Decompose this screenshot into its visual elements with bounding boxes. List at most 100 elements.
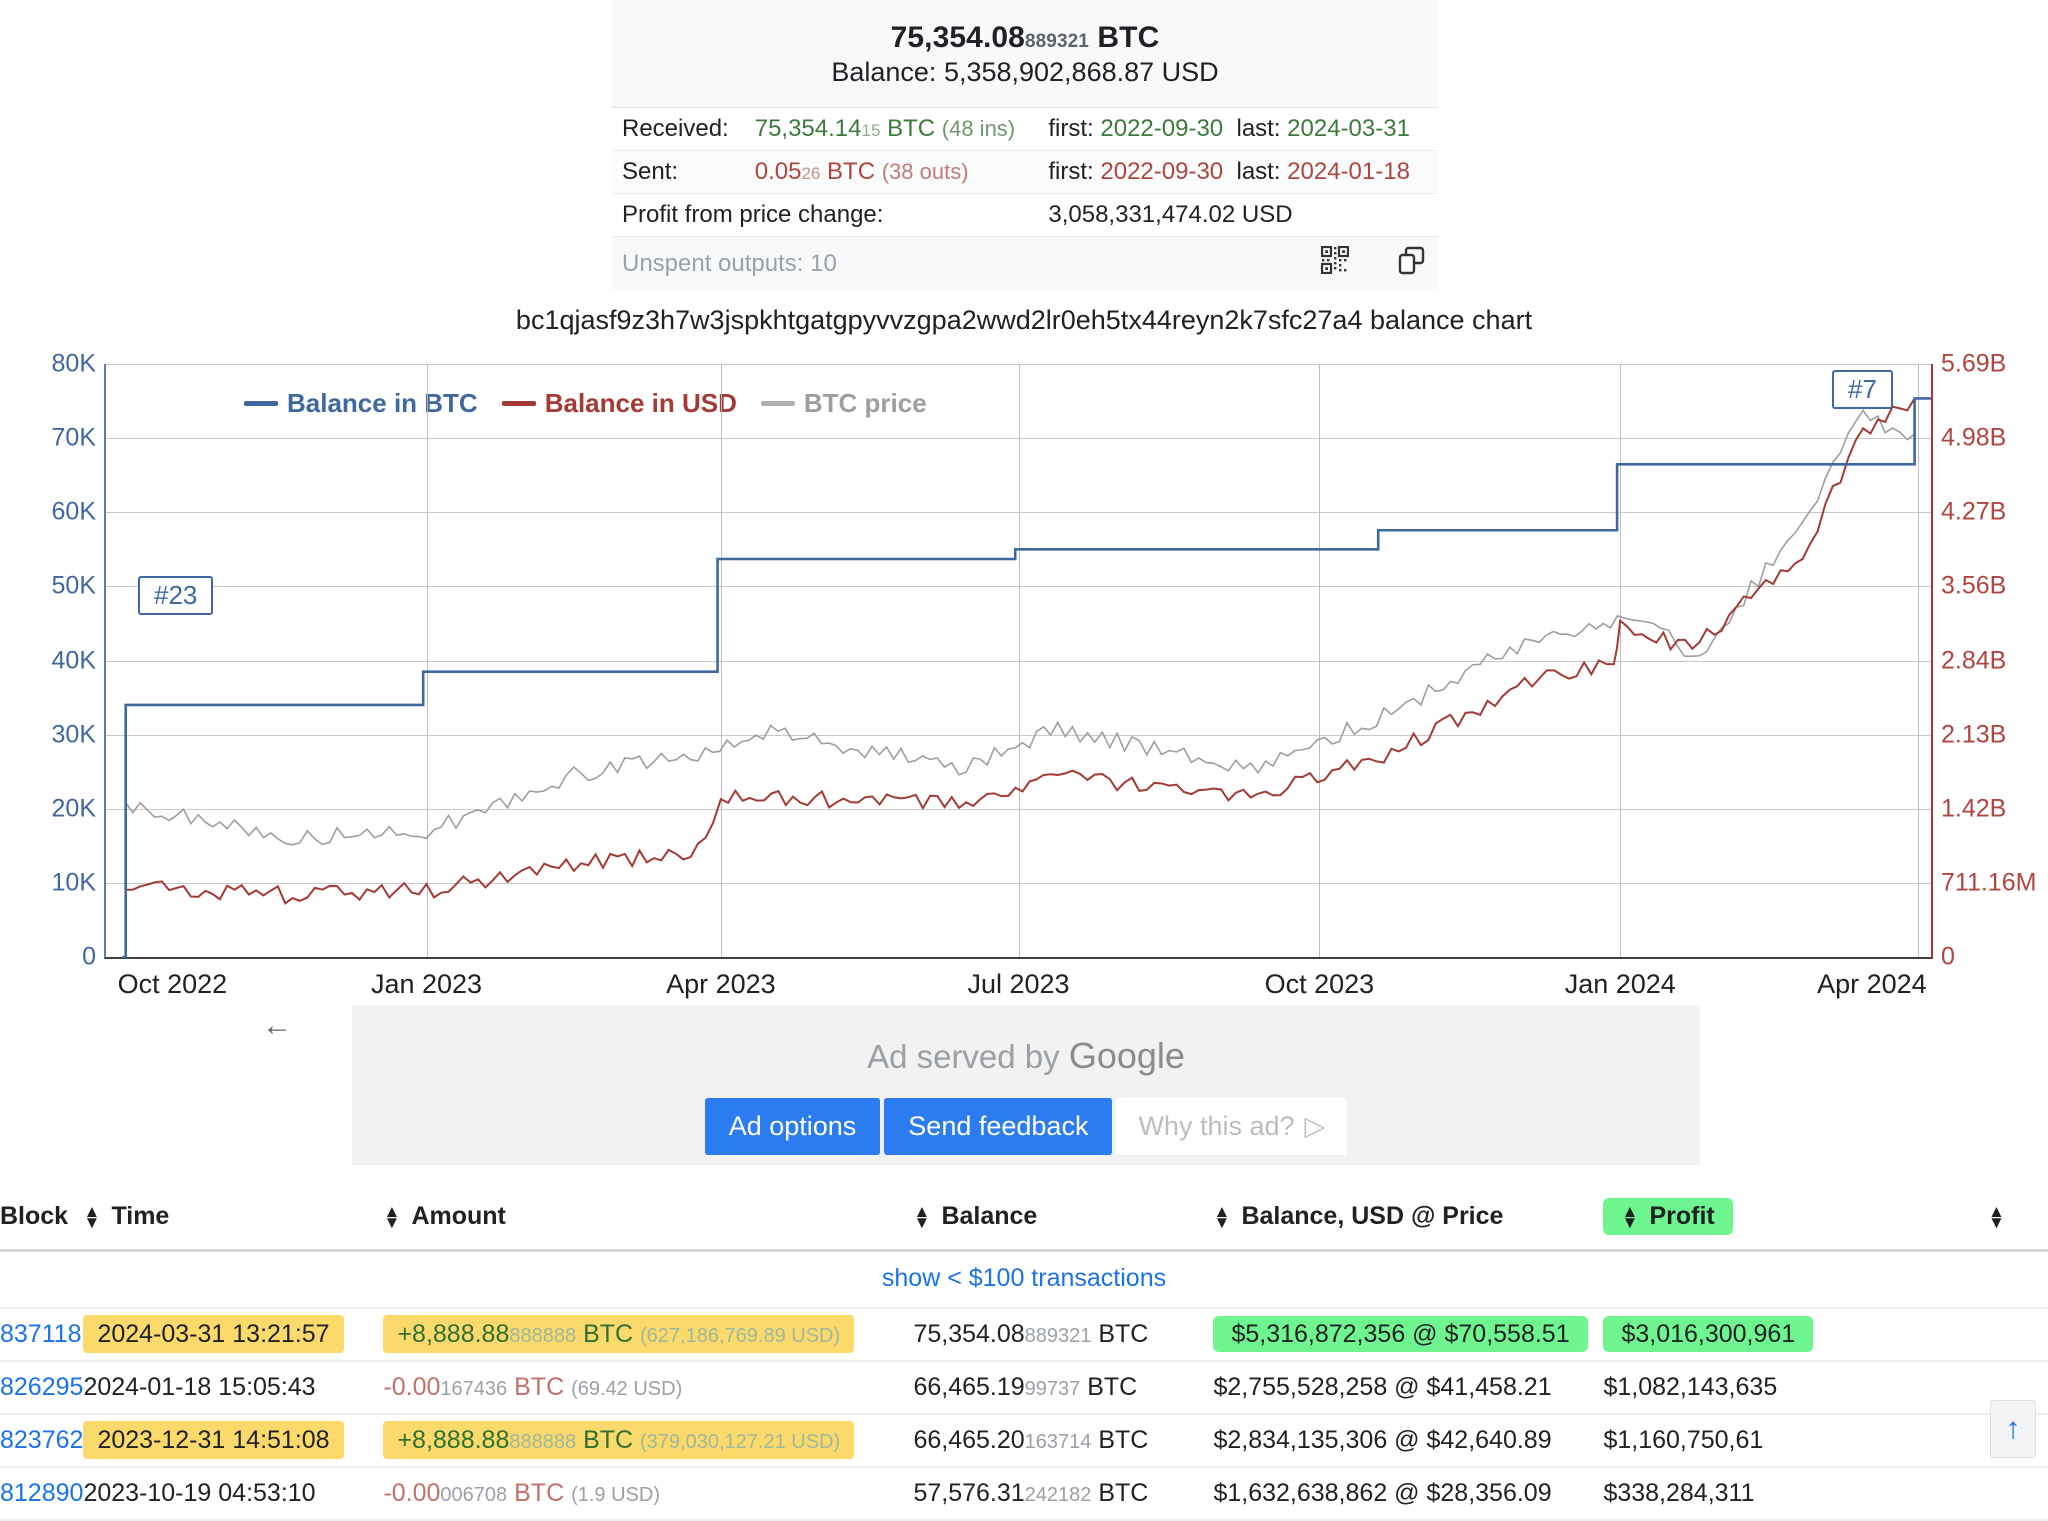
profit-value: $338,284,311 — [1603, 1479, 1754, 1507]
chart-series-svg — [106, 364, 1931, 957]
amount-value: +8,888.88888888 BTC (627,186,769.89 USD) — [383, 1315, 854, 1353]
x-axis-tick: Apr 2023 — [666, 969, 776, 1000]
chart-title: bc1qjasf9z3h7w3jspkhtgatgpyvvzgpa2wwd2lr… — [0, 305, 2048, 336]
balance-unit: BTC — [1087, 1373, 1137, 1401]
chart-title-address: bc1qjasf9z3h7w3jspkhtgatgpyvvzgpa2wwd2lr… — [516, 305, 1363, 335]
send-feedback-button[interactable]: Send feedback — [884, 1098, 1112, 1155]
x-axis-tick: Jul 2023 — [967, 969, 1069, 1000]
received-inputs-count: (48 ins) — [942, 116, 1015, 141]
header-amount: ▲▼ Amount — [383, 1190, 913, 1251]
cell-profit: $1,160,750,61 — [1603, 1414, 2048, 1467]
arrow-up-icon[interactable]: ↑ — [1990, 1400, 2036, 1458]
block-link[interactable]: 837118 — [0, 1320, 82, 1348]
profit-value: 3,058,331,474.02 USD — [1038, 194, 1438, 237]
table-row[interactable]: 8262952024-01-18 15:05:43 -0.00167436 BTC… — [0, 1361, 2048, 1414]
cell-amount: +8,888.88888888 BTC (627,186,769.89 USD) — [383, 1308, 913, 1361]
sort-time-button[interactable]: ▲▼ — [83, 1206, 99, 1228]
block-link[interactable]: 823762 — [0, 1426, 83, 1454]
summary-table: 75,354.08889321 BTC Balance: 5,358,902,8… — [612, 0, 1438, 290]
received-amount-subdecimals: 15 — [862, 121, 881, 140]
ad-served-by-text: Ad served by Google — [352, 1035, 1700, 1077]
amount-usd-equiv: (627,186,769.89 USD) — [640, 1325, 840, 1347]
unspent-row: Unspent outputs: 10 — [612, 237, 1438, 291]
amount-subdecimals: 888888 — [509, 1431, 576, 1453]
cell-balance: 57,576.31242182 BTC — [913, 1467, 1213, 1520]
table-row[interactable]: 8237622023-12-31 14:51:08+8,888.88888888… — [0, 1414, 2048, 1467]
balance-usd-value: $2,755,528,258 @ $41,458.21 — [1213, 1373, 1551, 1401]
google-wordmark: Google — [1069, 1035, 1185, 1076]
header-profit: ▲▼ Profit — [1603, 1190, 1988, 1251]
sent-amount: 0.05 — [755, 158, 802, 185]
cell-time: 2024-03-31 13:21:57 — [83, 1308, 383, 1361]
show-small-transactions-row: show < $100 transactions — [0, 1251, 2048, 1309]
header-extra: ▲▼ — [1988, 1190, 2048, 1251]
y-axis-right-tick: 2.84B — [1941, 647, 2006, 676]
header-balance-usd: ▲▼ Balance, USD @ Price — [1213, 1190, 1603, 1251]
block-link[interactable]: 812890 — [0, 1479, 83, 1507]
header-balance: ▲▼ Balance — [913, 1190, 1213, 1251]
table-row[interactable]: 8371182024-03-31 13:21:57+8,888.88888888… — [0, 1308, 2048, 1361]
cell-time: 2024-01-18 15:05:43 — [83, 1361, 383, 1414]
sort-amount-button[interactable]: ▲▼ — [383, 1206, 399, 1228]
amount-unit: BTC — [514, 1479, 564, 1507]
chart-badge-7[interactable]: #7 — [1832, 370, 1893, 409]
x-axis-tick: Oct 2022 — [118, 969, 228, 1000]
cell-balance: 66,465.20163714 BTC — [913, 1414, 1213, 1467]
transactions-tbody: show < $100 transactions — [0, 1251, 2048, 1309]
time-value: 2024-01-18 15:05:43 — [83, 1373, 315, 1401]
cell-balance-usd: $2,834,135,306 @ $42,640.89 — [1213, 1414, 1603, 1467]
y-axis-right-tick: 0 — [1941, 943, 1955, 972]
profit-row: Profit from price change: 3,058,331,474.… — [612, 194, 1438, 237]
profit-value: $1,160,750,61 — [1603, 1426, 1763, 1454]
sort-balance-usd-button[interactable]: ▲▼ — [1213, 1206, 1229, 1228]
qr-code-icon[interactable] — [1321, 246, 1349, 281]
cell-balance-usd: $2,755,528,258 @ $41,458.21 — [1213, 1361, 1603, 1414]
show-small-transactions-link[interactable]: show < $100 transactions — [0, 1252, 2048, 1307]
header-time: ▲▼ Time — [83, 1190, 383, 1251]
address-summary-panel: 75,354.08889321 BTC Balance: 5,358,902,8… — [612, 0, 1438, 290]
received-amount-cell: 75,354.1415 BTC (48 ins) — [745, 108, 1039, 151]
y-axis-left-tick: 80K — [52, 350, 96, 379]
cell-time: 2023-10-19 04:53:10 — [83, 1467, 383, 1520]
x-axis-tick: Jan 2023 — [371, 969, 482, 1000]
balance-value: 75,354.08 — [913, 1320, 1024, 1348]
chart-badge-23[interactable]: #23 — [138, 576, 213, 615]
ad-options-button[interactable]: Ad options — [705, 1098, 881, 1155]
balance-label: Balance: — [831, 57, 936, 87]
amount-main: -0.00 — [383, 1479, 440, 1507]
sort-extra-button[interactable]: ▲▼ — [1988, 1206, 2004, 1228]
transactions-header-row: Block ▲▼ Time ▲▼ Amount ▲▼ — [0, 1190, 2048, 1251]
why-this-ad-button[interactable]: Why this ad? ▷ — [1116, 1098, 1347, 1155]
x-axis-tick: Oct 2023 — [1265, 969, 1375, 1000]
sent-first-label: first: — [1048, 158, 1093, 185]
balance-unit: BTC — [1098, 1320, 1148, 1348]
amount-value: -0.00167436 BTC (69.42 USD) — [383, 1373, 682, 1401]
profit-label: Profit from price change: — [612, 194, 1038, 237]
block-link[interactable]: 826295 — [0, 1373, 83, 1401]
cell-profit: $3,016,300,961 — [1603, 1308, 2048, 1361]
balance-subdecimals: 163714 — [1025, 1431, 1092, 1453]
balance-usd-value: $2,834,135,306 @ $42,640.89 — [1213, 1426, 1551, 1454]
chart-plot-area[interactable]: Balance in BTC Balance in USD BTC price … — [104, 364, 1933, 959]
received-label: Received: — [612, 108, 745, 151]
x-axis-tick: Jan 2024 — [1565, 969, 1676, 1000]
back-arrow-icon[interactable]: ← — [262, 1009, 292, 1043]
cell-amount: -0.00006708 BTC (1.9 USD) — [383, 1467, 913, 1520]
received-unit: BTC — [887, 115, 935, 142]
copy-icon[interactable] — [1396, 244, 1428, 283]
amount-usd-equiv: (69.42 USD) — [571, 1378, 682, 1400]
y-axis-left-tick: 60K — [52, 498, 96, 527]
header-block-label: Block — [0, 1202, 68, 1231]
sort-balance-button[interactable]: ▲▼ — [913, 1206, 929, 1228]
y-axis-right-tick: 5.69B — [1941, 350, 2006, 379]
cell-profit: $338,284,311 — [1603, 1467, 2048, 1520]
play-triangle-icon: ▷ — [1305, 1111, 1326, 1142]
sort-profit-button[interactable]: ▲▼ — [1621, 1206, 1637, 1228]
balance-unit: BTC — [1098, 1426, 1148, 1454]
table-row[interactable]: 8128902023-10-19 04:53:10-0.00006708 BTC… — [0, 1467, 2048, 1520]
ad-served-label: Ad served by — [867, 1038, 1060, 1075]
cell-block: 837118 — [0, 1308, 83, 1361]
sent-first-date: 2022-09-30 — [1100, 158, 1223, 185]
sent-unit: BTC — [827, 158, 875, 185]
balance-chart: Balance in BTC Balance in USD BTC price … — [0, 348, 2048, 973]
